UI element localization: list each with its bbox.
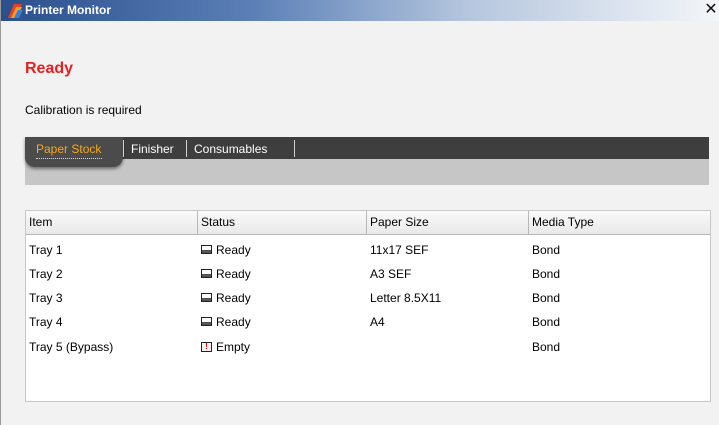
table-row[interactable]: Tray 1 Ready 11x17 SEF Bond — [26, 238, 710, 262]
tray-ready-icon — [201, 269, 212, 279]
column-header-item[interactable]: Item — [26, 211, 198, 234]
cell-media-type: Bond — [532, 340, 561, 354]
table-row[interactable]: Tray 5 (Bypass) ! Empty Bond — [26, 335, 710, 359]
cell-paper-size: A4 — [370, 315, 385, 329]
cell-media-type: Bond — [532, 267, 561, 281]
close-icon[interactable]: ✕ — [704, 1, 718, 19]
column-header-status[interactable]: Status — [198, 211, 367, 234]
cell-status: Ready — [198, 310, 251, 334]
table-row[interactable]: Tray 3 Ready Letter 8.5X11 Bond — [26, 286, 710, 310]
tray-empty-icon: ! — [201, 341, 212, 352]
cell-status-text: Ready — [216, 267, 251, 281]
tab-finisher[interactable]: Finisher — [123, 137, 185, 159]
cell-paper-size: Letter 8.5X11 — [370, 291, 442, 305]
printer-monitor-window: Printer Monitor ✕ Ready Calibration is r… — [0, 0, 719, 425]
title-bar[interactable]: Printer Monitor ✕ — [1, 0, 719, 21]
tab-bar: Paper Stock Finisher Consumables — [25, 137, 709, 185]
cell-status: Ready — [198, 262, 251, 286]
cell-status: Ready — [198, 286, 251, 310]
cell-item: Tray 4 — [29, 315, 63, 329]
tab-divider — [294, 140, 295, 157]
printer-status-title: Ready — [25, 60, 74, 77]
paper-stock-table: Item Status Paper Size Media Type Tray 1… — [25, 210, 711, 402]
printer-monitor-app-icon — [8, 4, 23, 18]
cell-status-text: Ready — [216, 243, 251, 257]
table-header: Item Status Paper Size Media Type — [26, 211, 710, 235]
column-header-paper-size[interactable]: Paper Size — [367, 211, 529, 234]
column-header-media-type[interactable]: Media Type — [529, 211, 710, 234]
tab-finisher-label: Finisher — [131, 142, 174, 156]
tab-consumables[interactable]: Consumables — [186, 137, 294, 159]
cell-item: Tray 3 — [29, 291, 63, 305]
table-row[interactable]: Tray 4 Ready A4 Bond — [26, 310, 710, 334]
cell-status-text: Empty — [216, 340, 251, 354]
cell-paper-size: 11x17 SEF — [370, 243, 429, 257]
cell-item: Tray 2 — [29, 267, 63, 281]
tab-paper-stock-label: Paper Stock — [36, 142, 102, 156]
cell-media-type: Bond — [532, 243, 561, 257]
cell-status-text: Ready — [216, 291, 251, 305]
cell-media-type: Bond — [532, 291, 561, 305]
tray-ready-icon — [201, 245, 212, 255]
table-row[interactable]: Tray 2 Ready A3 SEF Bond — [26, 262, 710, 286]
cell-item: Tray 5 (Bypass) — [29, 340, 114, 354]
cell-status: Ready — [198, 238, 251, 262]
tab-paper-stock[interactable]: Paper Stock — [25, 137, 123, 167]
tab-consumables-label: Consumables — [194, 142, 268, 156]
window-title: Printer Monitor — [25, 3, 111, 17]
cell-status-text: Ready — [216, 315, 251, 329]
cell-status: ! Empty — [198, 335, 250, 359]
tray-ready-icon — [201, 293, 212, 303]
printer-status-message: Calibration is required — [25, 103, 142, 117]
tab-active-indicator — [36, 158, 102, 159]
cell-media-type: Bond — [532, 315, 561, 329]
tray-ready-icon — [201, 317, 212, 327]
cell-paper-size — [367, 335, 370, 359]
cell-item: Tray 1 — [29, 243, 63, 257]
cell-paper-size: A3 SEF — [370, 267, 412, 281]
